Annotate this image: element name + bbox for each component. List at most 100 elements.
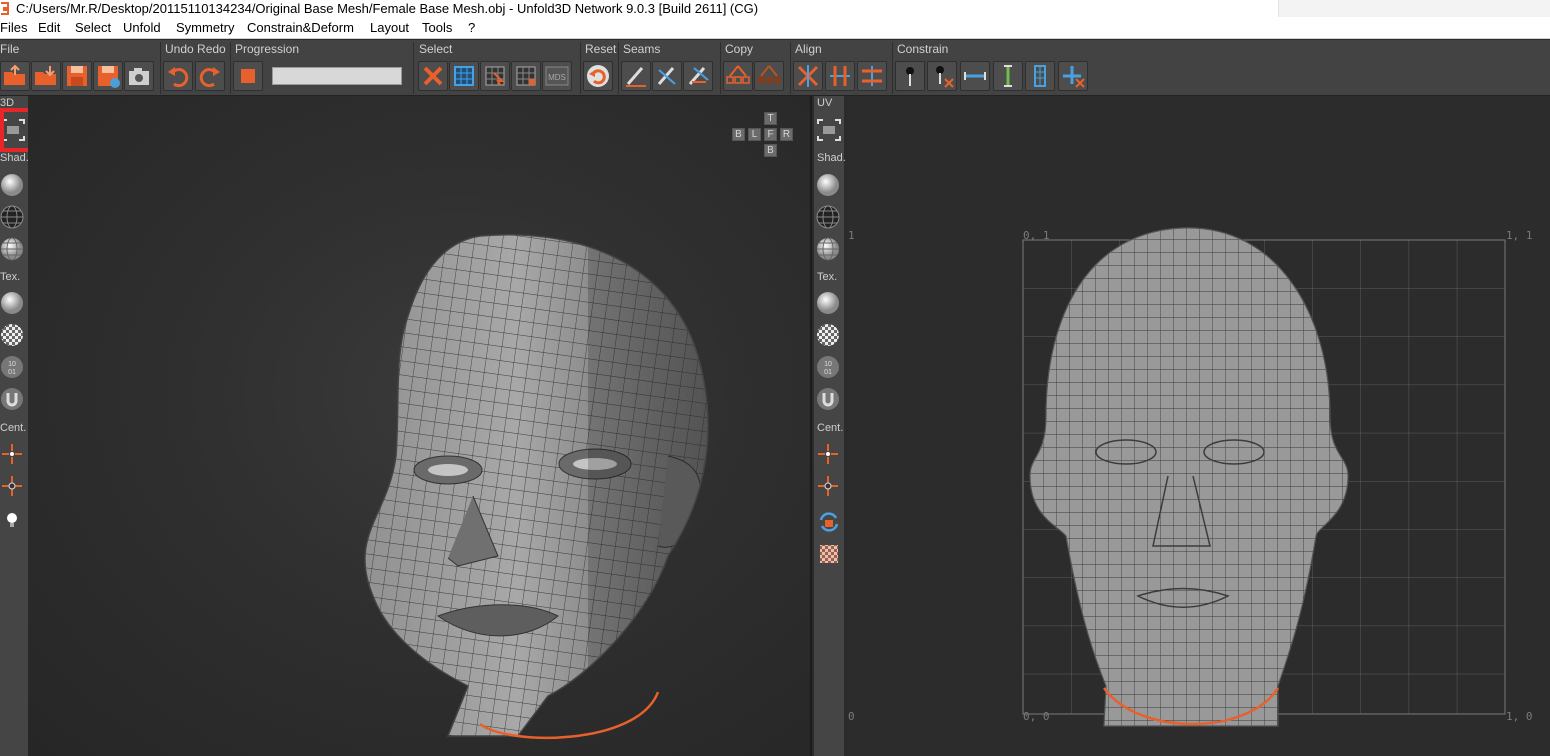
- align-button[interactable]: [793, 61, 823, 91]
- menu-symmetry[interactable]: Symmetry: [176, 17, 235, 39]
- menu-tools[interactable]: Tools: [422, 17, 452, 39]
- uv-wireframe-mode-button[interactable]: [816, 203, 842, 231]
- align-vertical-icon: [830, 66, 850, 86]
- center-selection-icon: [2, 476, 22, 496]
- shaded-wire-mode-button[interactable]: [0, 235, 26, 263]
- cut-seam-button[interactable]: [621, 61, 651, 91]
- binary-texture-icon: 1001: [1, 356, 23, 378]
- svg-text:MDS: MDS: [548, 73, 566, 82]
- viewport-uv[interactable]: 0, 1 1, 1 0, 0 1, 0 1 0: [848, 96, 1550, 756]
- uv-checker-button[interactable]: [816, 540, 842, 568]
- menu-help[interactable]: ?: [468, 17, 475, 39]
- align-horizontal-button[interactable]: [857, 61, 887, 91]
- checker-sphere-icon: [1, 324, 23, 346]
- undo-button[interactable]: [163, 61, 193, 91]
- svg-text:01: 01: [8, 369, 16, 376]
- texture-binary-button[interactable]: 10 01: [0, 353, 26, 381]
- align-vertical-button[interactable]: [825, 61, 855, 91]
- menu-constrain-deform[interactable]: Constrain&Deform: [247, 17, 354, 39]
- shaded-wire-sphere-icon: [817, 237, 839, 261]
- select-island-button[interactable]: [480, 61, 510, 91]
- unpin-button[interactable]: [927, 61, 957, 91]
- pin-icon: [906, 67, 914, 86]
- wireframe-mode-button[interactable]: [0, 203, 26, 231]
- svg-text:01: 01: [824, 369, 832, 376]
- uv-frame-view-button[interactable]: [816, 116, 842, 144]
- texture-u-button[interactable]: [0, 385, 26, 413]
- uv-shaded-wire-mode-button[interactable]: [816, 235, 842, 263]
- toolbar-separator: [618, 42, 619, 94]
- remove-constraint-icon: [1063, 66, 1085, 88]
- wireframe-sphere-icon: [0, 205, 24, 229]
- horizontal-constraint-icon: [964, 72, 986, 80]
- toolbar-separator: [790, 42, 791, 94]
- copy-button[interactable]: [723, 61, 753, 91]
- save-button[interactable]: [62, 61, 92, 91]
- menu-unfold[interactable]: Unfold: [123, 17, 161, 39]
- import-file-button[interactable]: [31, 61, 61, 91]
- redo-icon: [199, 67, 220, 88]
- white-sphere-icon: [817, 292, 839, 314]
- uv-shaded-mode-button[interactable]: [816, 171, 842, 199]
- clear-selection-button[interactable]: [418, 61, 448, 91]
- select-mds-icon: MDS: [545, 66, 569, 86]
- screenshot-button[interactable]: [124, 61, 154, 91]
- unfold3d-app-icon: [1, 2, 9, 15]
- light-button[interactable]: [0, 506, 26, 534]
- title-search-field[interactable]: [1278, 0, 1550, 17]
- weld-seam-icon: [657, 67, 676, 85]
- redo-button[interactable]: [195, 61, 225, 91]
- open-file-button[interactable]: [0, 61, 30, 91]
- uv-corner-bottom-right: 1, 0: [1506, 710, 1533, 723]
- center-label: Cent.: [0, 422, 27, 434]
- light-bulb-icon: [7, 513, 17, 527]
- uv-texture-white-button[interactable]: [816, 289, 842, 317]
- select-grid-button[interactable]: [511, 61, 541, 91]
- group-label-reset: Reset: [585, 42, 617, 56]
- horizontal-constraint-button[interactable]: [960, 61, 990, 91]
- lock-rotation-icon: [819, 512, 839, 532]
- lattice-constraint-button[interactable]: [1025, 61, 1055, 91]
- progression-bar: [272, 67, 402, 85]
- align-icon: [797, 65, 819, 87]
- shaded-wire-sphere-icon: [1, 237, 23, 261]
- shaded-mode-button[interactable]: [0, 171, 26, 199]
- clear-selection-icon: [423, 66, 443, 86]
- uv-view-strip: UV Shad. Tex. 10 01 Cent.: [814, 96, 846, 756]
- auto-seam-icon: [688, 67, 709, 85]
- weld-seam-button[interactable]: [652, 61, 682, 91]
- uv-texture-binary-button[interactable]: 10 01: [816, 353, 842, 381]
- uv-left-tick-bottom: 0: [848, 710, 855, 723]
- uv-center-selection-button[interactable]: [816, 472, 842, 500]
- uv-shading-label: Shad.: [817, 152, 846, 164]
- uv-corner-bottom-left: 0, 0: [1023, 710, 1050, 723]
- auto-seam-button[interactable]: [683, 61, 713, 91]
- vertical-constraint-button[interactable]: [993, 61, 1023, 91]
- stop-button[interactable]: [233, 61, 263, 91]
- menu-edit[interactable]: Edit: [38, 17, 60, 39]
- shading-label: Shad.: [0, 152, 29, 164]
- menu-layout[interactable]: Layout: [370, 17, 409, 39]
- remove-constraint-button[interactable]: [1058, 61, 1088, 91]
- import-file-icon: [35, 66, 56, 85]
- menu-select[interactable]: Select: [75, 17, 111, 39]
- center-button[interactable]: [0, 440, 26, 468]
- uv-texture-checker-button[interactable]: [816, 321, 842, 349]
- texture-checker-button[interactable]: [0, 321, 26, 349]
- texture-white-button[interactable]: [0, 289, 26, 317]
- viewport-3d[interactable]: T B L F R B: [28, 96, 810, 756]
- paste-button[interactable]: [754, 61, 784, 91]
- select-island-icon: [485, 66, 505, 86]
- uv-texture-u-button[interactable]: [816, 385, 842, 413]
- pin-button[interactable]: [895, 61, 925, 91]
- reset-button[interactable]: [583, 61, 613, 91]
- save-as-button[interactable]: [93, 61, 123, 91]
- menu-files[interactable]: Files: [0, 17, 27, 39]
- select-mds-button[interactable]: MDS: [542, 61, 572, 91]
- viewport-divider[interactable]: [810, 96, 812, 756]
- group-label-undo-redo: Undo Redo: [165, 42, 226, 56]
- uv-center-button[interactable]: [816, 440, 842, 468]
- lock-rotation-button[interactable]: [816, 508, 842, 536]
- select-all-button[interactable]: [449, 61, 479, 91]
- center-selection-button[interactable]: [0, 472, 26, 500]
